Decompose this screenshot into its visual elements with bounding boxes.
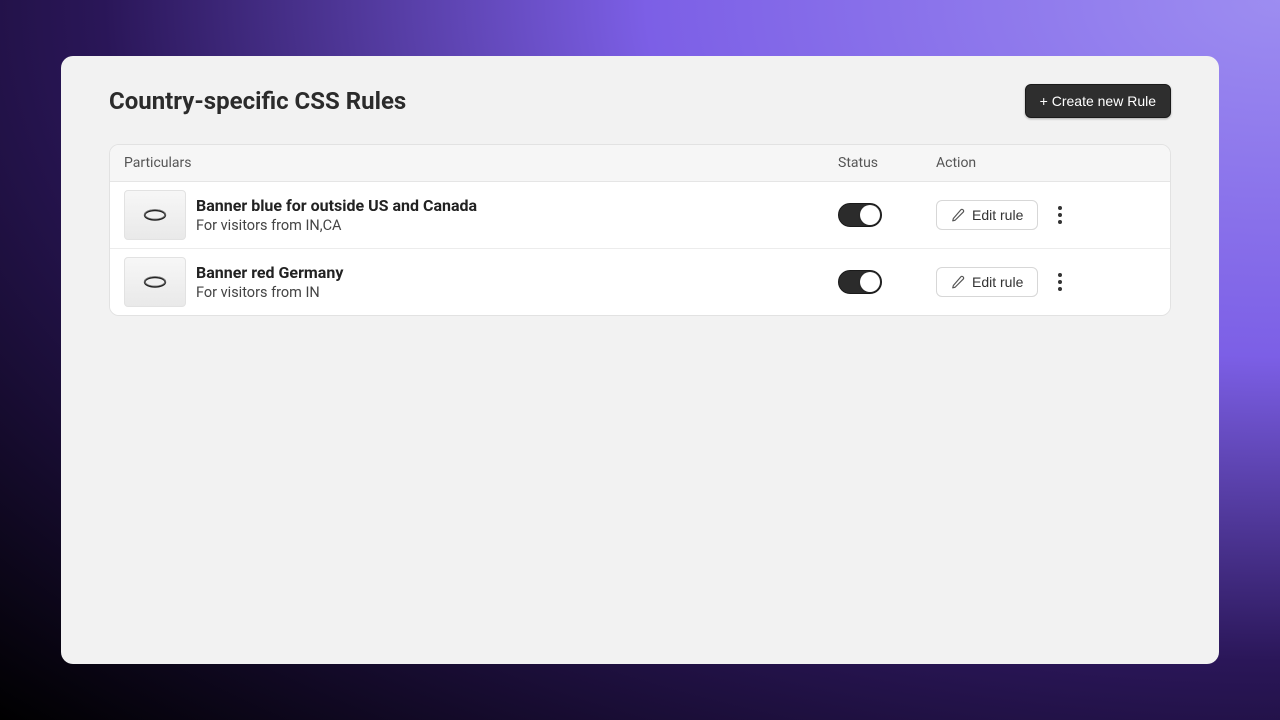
column-header-action: Action <box>936 155 1156 171</box>
table-header: Particulars Status Action <box>110 145 1170 182</box>
ring-icon <box>139 204 171 226</box>
rule-title: Banner blue for outside US and Canada <box>196 196 838 215</box>
create-rule-button[interactable]: + Create new Rule <box>1025 84 1171 118</box>
edit-rule-button[interactable]: Edit rule <box>936 200 1038 230</box>
rule-thumbnail <box>124 257 186 307</box>
edit-rule-button[interactable]: Edit rule <box>936 267 1038 297</box>
rule-text-block: Banner red Germany For visitors from IN <box>196 263 838 301</box>
column-header-status: Status <box>838 155 936 171</box>
more-actions-button[interactable] <box>1050 268 1070 296</box>
rule-thumbnail <box>124 190 186 240</box>
rule-text-block: Banner blue for outside US and Canada Fo… <box>196 196 838 234</box>
table-row: Banner red Germany For visitors from IN … <box>110 249 1170 315</box>
header-row: Country-specific CSS Rules + Create new … <box>109 84 1171 118</box>
ring-icon <box>139 271 171 293</box>
status-cell <box>838 270 936 294</box>
edit-rule-label: Edit rule <box>972 274 1023 290</box>
more-actions-button[interactable] <box>1050 201 1070 229</box>
page-title: Country-specific CSS Rules <box>109 87 406 115</box>
edit-rule-label: Edit rule <box>972 207 1023 223</box>
table-row: Banner blue for outside US and Canada Fo… <box>110 182 1170 249</box>
rules-table: Particulars Status Action Banner blue fo… <box>109 144 1171 316</box>
rule-title: Banner red Germany <box>196 263 838 282</box>
action-cell: Edit rule <box>936 267 1156 297</box>
action-cell: Edit rule <box>936 200 1156 230</box>
rule-subtitle: For visitors from IN <box>196 284 838 301</box>
rule-subtitle: For visitors from IN,CA <box>196 217 838 234</box>
main-panel: Country-specific CSS Rules + Create new … <box>61 56 1219 664</box>
status-toggle[interactable] <box>838 203 882 227</box>
pencil-icon <box>951 208 965 222</box>
status-toggle[interactable] <box>838 270 882 294</box>
pencil-icon <box>951 275 965 289</box>
status-cell <box>838 203 936 227</box>
column-header-particulars: Particulars <box>124 155 838 171</box>
